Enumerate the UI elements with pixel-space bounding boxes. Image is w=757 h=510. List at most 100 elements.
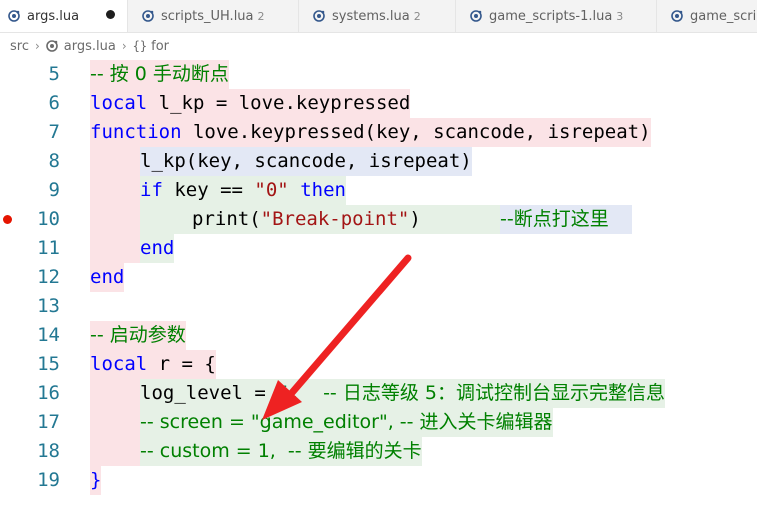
- code-line[interactable]: 7 function love.keypressed(key, scancode…: [0, 118, 757, 147]
- line-number: 15: [37, 353, 60, 375]
- code-text: end: [90, 263, 125, 292]
- code-fragment: log_level =: [140, 382, 278, 404]
- keyword: local: [90, 92, 148, 114]
- indent-bg: [90, 205, 140, 234]
- lua-file-icon: [142, 10, 154, 22]
- comment: -- custom = 1, -- 要编辑的关卡: [140, 440, 422, 462]
- code-fragment: ): [409, 208, 421, 230]
- code-line[interactable]: 19 }: [0, 466, 757, 495]
- code-text: -- 启动参数: [90, 321, 186, 350]
- code-line[interactable]: 17 -- screen = "game_editor", -- 进入关卡编辑器: [0, 408, 757, 437]
- code-fragment: l_kp(key, scancode, isrepeat): [140, 150, 472, 172]
- code-text: if key == "0" then: [140, 176, 346, 205]
- indent-bg: [90, 176, 140, 205]
- problem-count: 2: [257, 9, 265, 23]
- comment: -- 按 0 手动断点: [90, 63, 229, 85]
- indent-bg: [90, 234, 140, 263]
- indent-bg: [140, 205, 192, 234]
- code-line[interactable]: 14 -- 启动参数: [0, 321, 757, 350]
- indent-bg: [90, 437, 140, 466]
- keyword: function: [90, 121, 182, 143]
- code-line[interactable]: 15 local r = {: [0, 350, 757, 379]
- keyword: then: [300, 179, 346, 201]
- tab-label: scripts_UH.lua: [161, 8, 254, 24]
- code-line[interactable]: 12 end: [0, 263, 757, 292]
- keyword: local: [90, 353, 148, 375]
- code-editor[interactable]: 5 -- 按 0 手动断点 6 local l_kp = love.keypre…: [0, 60, 757, 510]
- code-line[interactable]: 11 end: [0, 234, 757, 263]
- indent-bg: [90, 379, 140, 408]
- tab-args-lua[interactable]: args.lua: [0, 0, 128, 32]
- line-number: 8: [48, 150, 60, 172]
- chevron-right-icon: ›: [121, 39, 127, 53]
- tab-label: game_scri: [690, 8, 757, 24]
- code-text: local r = {: [90, 350, 216, 379]
- breadcrumb-symbol[interactable]: for: [151, 39, 169, 54]
- code-line[interactable]: 9 if key == "0" then: [0, 176, 757, 205]
- lua-file-icon: [671, 10, 683, 22]
- code-text: -- screen = "game_editor", -- 进入关卡编辑器: [140, 408, 553, 437]
- line-number: 18: [37, 440, 60, 462]
- code-line[interactable]: 6 local l_kp = love.keypressed: [0, 89, 757, 118]
- code-text: log_level = 5, -- 日志等级 5：调试控制台显示完整信息: [140, 379, 665, 408]
- comment: -- 日志等级 5：调试控制台显示完整信息: [323, 382, 665, 404]
- code-line[interactable]: 8 l_kp(key, scancode, isrepeat): [0, 147, 757, 176]
- code-fragment: l_kp = love.keypressed: [147, 92, 411, 114]
- line-number: 7: [48, 121, 60, 143]
- editor-tab-bar: args.lua scripts_UH.lua 2 systems.lua 2 …: [0, 0, 757, 33]
- symbol-braces-icon: {}: [132, 39, 148, 53]
- tab-game-scripts-1-lua[interactable]: game_scripts-1.lua 3: [456, 0, 657, 32]
- number: 5: [277, 382, 289, 404]
- string: "Break-point": [260, 208, 410, 230]
- code-line[interactable]: 10 print("Break-point") --断点打这里: [0, 205, 757, 234]
- line-number: 17: [37, 411, 60, 433]
- line-number: 11: [37, 237, 60, 259]
- code-text: -- 按 0 手动断点: [90, 60, 229, 89]
- code-text: l_kp(key, scancode, isrepeat): [140, 147, 472, 176]
- lua-file-icon: [313, 10, 325, 22]
- code-fragment: [289, 179, 300, 201]
- lua-file-icon: [8, 10, 20, 22]
- code-fragment: ,: [288, 382, 324, 404]
- tab-systems-lua[interactable]: systems.lua 2: [299, 0, 456, 32]
- problem-count: 2: [413, 9, 421, 23]
- code-line[interactable]: 18 -- custom = 1, -- 要编辑的关卡: [0, 437, 757, 466]
- line-number: 13: [37, 295, 60, 317]
- keyword: end: [90, 266, 125, 288]
- code-text: -- custom = 1, -- 要编辑的关卡: [140, 437, 422, 466]
- breadcrumb: src › args.lua › {} for: [0, 33, 757, 59]
- code-fragment: }: [90, 469, 102, 491]
- keyword: if: [140, 179, 163, 201]
- line-number: 5: [48, 63, 60, 85]
- line-number: 14: [37, 324, 60, 346]
- code-line[interactable]: 5 -- 按 0 手动断点: [0, 60, 757, 89]
- keyword: end: [140, 237, 175, 259]
- line-number: 19: [37, 469, 60, 491]
- chevron-right-icon: ›: [34, 39, 40, 53]
- line-number: 9: [48, 179, 60, 201]
- code-fragment: print(: [192, 208, 261, 230]
- tab-label: args.lua: [27, 8, 80, 24]
- comment: --断点打这里: [500, 208, 609, 230]
- breadcrumb-file[interactable]: args.lua: [64, 39, 116, 54]
- code-text: --断点打这里: [500, 205, 632, 234]
- code-text: function love.keypressed(key, scancode, …: [90, 118, 651, 147]
- code-text: end: [140, 234, 175, 263]
- breadcrumb-folder[interactable]: src: [10, 39, 29, 54]
- code-fragment: r = {: [147, 353, 216, 375]
- code-line[interactable]: 16 log_level = 5, -- 日志等级 5：调试控制台显示完整信息: [0, 379, 757, 408]
- code-fragment: key ==: [162, 179, 255, 201]
- comment: -- screen = "game_editor", -- 进入关卡编辑器: [140, 411, 553, 433]
- tab-scripts-uh-lua[interactable]: scripts_UH.lua 2: [128, 0, 299, 32]
- lua-file-icon: [470, 10, 482, 22]
- tab-label: game_scripts-1.lua: [489, 8, 613, 24]
- string: "0": [254, 179, 289, 201]
- comment: -- 启动参数: [90, 324, 186, 346]
- indent-bg: [90, 147, 140, 176]
- code-line[interactable]: 13: [0, 292, 757, 321]
- code-fragment: love.keypressed(key, scancode, isrepeat): [181, 121, 651, 143]
- line-number: 12: [37, 266, 60, 288]
- tab-game-scripts[interactable]: game_scri: [657, 0, 757, 32]
- unsaved-dot-icon[interactable]: [106, 10, 115, 19]
- line-number: 10: [37, 208, 60, 230]
